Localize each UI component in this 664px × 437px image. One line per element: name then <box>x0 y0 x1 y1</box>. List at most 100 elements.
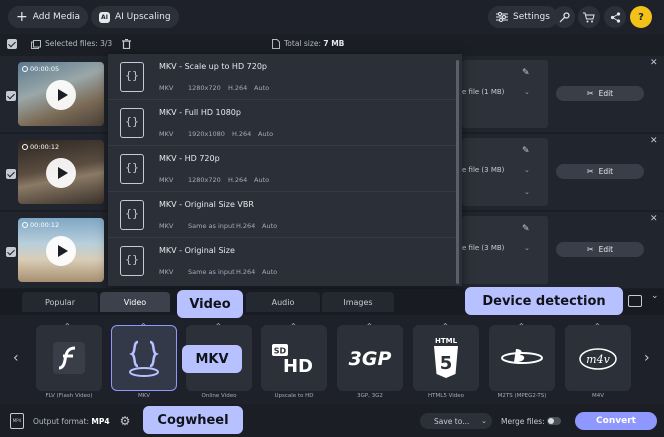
key-button[interactable] <box>553 6 575 28</box>
key-icon <box>559 11 570 22</box>
edit-button[interactable]: ✂ Edit <box>556 164 644 179</box>
pencil-icon[interactable]: ✎ <box>522 224 530 234</box>
convert-button[interactable]: Convert <box>575 412 657 430</box>
device-detection-icon[interactable] <box>628 295 642 307</box>
chevron-down-icon[interactable]: ⌄ <box>481 417 487 425</box>
play-icon[interactable] <box>46 236 76 266</box>
chevron-down-icon[interactable]: ⌄ <box>651 291 659 301</box>
output-format-icon: MP4 <box>10 413 24 429</box>
settings-sliders-icon <box>496 12 508 22</box>
preset-item[interactable]: {} MKV - Original Size MKV Same as input… <box>108 238 456 284</box>
duration-badge: 00:00:05 <box>22 65 59 73</box>
play-icon[interactable] <box>46 80 76 110</box>
tab-images[interactable]: Images <box>322 292 394 312</box>
settings-button[interactable]: Settings <box>488 6 558 28</box>
dropdown-scrollbar[interactable] <box>456 60 459 284</box>
output-format: Output format: MP4 <box>33 417 110 426</box>
edit-button[interactable]: ✂ Edit <box>556 86 644 101</box>
help-button[interactable]: ? <box>630 6 652 28</box>
question-mark-icon: ? <box>638 11 644 23</box>
merge-files-toggle[interactable] <box>547 417 561 425</box>
preset-item[interactable]: {} MKV - Full HD 1080p MKV 1920x1080 H.2… <box>108 100 456 146</box>
output-settings-card[interactable]: ✎ e file (3 MB) ⌄ <box>462 216 548 284</box>
file-checkbox[interactable] <box>6 169 16 179</box>
preset-dropdown: {} MKV - Scale up to HD 720p MKV 1280x72… <box>108 54 462 286</box>
edit-button[interactable]: ✂ Edit <box>556 242 644 257</box>
mkv-file-icon: {} <box>120 246 144 276</box>
chevron-left-icon[interactable]: ‹ <box>13 350 19 366</box>
chevron-right-icon[interactable]: › <box>644 350 650 366</box>
svg-text:SD: SD <box>274 347 287 356</box>
gear-icon[interactable]: ⚙ <box>118 414 132 428</box>
file-checkbox[interactable] <box>6 247 16 257</box>
output-settings-card[interactable]: ✎ e file (3 MB) ⌄ ⌄ <box>462 138 548 206</box>
top-toolbar: + Add Media AI AI Upscaling Settings ? <box>0 0 664 34</box>
format-tile-mkv[interactable] <box>111 325 177 391</box>
format-tile-3gp[interactable]: 3GP <box>337 325 403 391</box>
format-tile-upscale-hd[interactable]: SD HD <box>261 325 327 391</box>
chevron-down-icon[interactable]: ⌄ <box>524 166 530 174</box>
video-thumbnail[interactable]: 00:00:12 <box>18 218 104 282</box>
pencil-icon[interactable]: ✎ <box>522 68 530 78</box>
preset-item[interactable]: {} MKV - Scale up to HD 720p MKV 1280x72… <box>108 54 456 100</box>
flash-icon <box>53 342 85 374</box>
bottom-bar: MP4 Output format: MP4 ⚙ Save to... ⌄ Me… <box>0 404 664 437</box>
tab-video[interactable]: Video <box>100 292 170 312</box>
output-size: e file (3 MB) <box>462 244 505 252</box>
ai-upscaling-button[interactable]: AI AI Upscaling <box>91 6 179 28</box>
close-icon[interactable]: ✕ <box>650 58 658 68</box>
preset-name: MKV - Scale up to HD 720p <box>159 62 267 71</box>
mkv-file-icon: {} <box>120 154 144 184</box>
plus-icon: + <box>16 9 28 25</box>
tab-popular[interactable]: Popular <box>22 292 98 312</box>
chevron-down-icon[interactable]: ⌄ <box>524 244 530 252</box>
pencil-icon[interactable]: ✎ <box>522 146 530 156</box>
mkv-file-icon: {} <box>120 108 144 138</box>
play-icon[interactable] <box>46 158 76 188</box>
scissors-icon: ✂ <box>586 167 594 176</box>
callout-mkv: MKV <box>182 345 242 373</box>
merge-files-label: Merge files: <box>501 417 545 426</box>
scissors-icon: ✂ <box>586 245 594 254</box>
format-tile-m4v[interactable]: m4v <box>565 325 631 391</box>
preset-item[interactable]: {} MKV - HD 720p MKV 1280x720 H.264 Auto <box>108 146 456 192</box>
output-size: e file (1 MB) <box>462 88 505 96</box>
selected-files-count: Selected files: 3/3 <box>45 39 113 48</box>
callout-device-detection: Device detection <box>465 287 623 315</box>
ai-icon: AI <box>99 11 110 23</box>
close-icon[interactable]: ✕ <box>650 214 658 224</box>
video-thumbnail[interactable]: 00:00:05 <box>18 62 104 126</box>
video-thumbnail[interactable]: 00:00:12 <box>18 140 104 204</box>
output-settings-card[interactable]: ✎ e file (1 MB) ⌄ <box>462 60 548 128</box>
chevron-down-icon[interactable]: ⌄ <box>524 88 530 96</box>
selection-bar: Selected files: 3/3 Total size: 7 MB <box>0 34 664 54</box>
format-tile-flv[interactable] <box>36 325 102 391</box>
add-media-button[interactable]: + Add Media <box>8 6 89 28</box>
preset-name: MKV - HD 720p <box>159 154 220 163</box>
file-checkbox[interactable] <box>6 91 16 101</box>
share-button[interactable] <box>604 6 626 28</box>
clock-icon <box>22 66 28 72</box>
hd-icon: SD HD <box>272 344 313 377</box>
svg-text:3GP: 3GP <box>349 348 392 370</box>
file-size-icon <box>272 39 280 49</box>
html5-icon: HTML 5 <box>434 337 458 378</box>
scissors-icon: ✂ <box>586 89 594 98</box>
preset-item[interactable]: {} MKV - Original Size VBR MKV Same as i… <box>108 192 456 238</box>
cart-button[interactable] <box>578 6 600 28</box>
trash-icon[interactable] <box>122 39 131 49</box>
mkv-file-icon: {} <box>120 200 144 230</box>
format-gallery: ‹ › ^ FLV (Flash Video) ^ MKV ^ Online V… <box>0 315 664 404</box>
callout-cogwheel: Cogwheel <box>143 406 243 434</box>
close-icon[interactable]: ✕ <box>650 136 658 146</box>
tab-audio[interactable]: Audio <box>246 292 320 312</box>
save-to-button[interactable]: Save to... ⌄ <box>420 413 492 429</box>
share-icon <box>610 11 620 23</box>
format-tile-html5[interactable]: HTML 5 <box>413 325 479 391</box>
chevron-down-icon[interactable]: ⌄ <box>524 188 530 196</box>
output-size: e file (3 MB) <box>462 166 505 174</box>
format-tile-m2ts[interactable] <box>489 325 555 391</box>
mkv-icon <box>129 340 159 377</box>
select-all-checkbox[interactable] <box>7 39 17 49</box>
callout-video: Video <box>177 290 243 318</box>
